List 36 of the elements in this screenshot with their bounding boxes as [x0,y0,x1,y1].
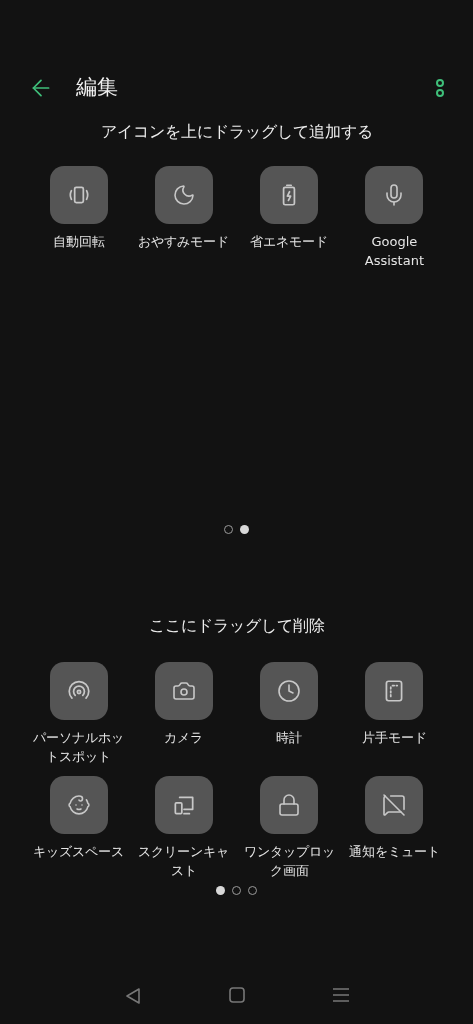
tile-button[interactable] [154,776,213,834]
tile-button[interactable] [365,662,424,720]
tile-button[interactable] [260,662,319,720]
tile-label: 省エネモード [249,233,330,251]
tile-label: スクリーンキャスト [137,843,231,880]
tile-button[interactable] [365,776,424,834]
tile-button[interactable] [260,166,319,224]
section-hint: アイコンを上にドラッグして追加する [99,121,374,143]
muted-message-icon [382,793,407,817]
tile-label: 時計 [275,729,304,747]
tile-label: キッズスペース [32,843,126,861]
camera-icon [171,679,196,703]
tile-label: 通知をミュート [347,843,441,861]
baby-face-icon [66,793,91,817]
tile-button[interactable] [154,166,213,224]
lock-icon [277,793,302,817]
tile-button[interactable] [49,662,108,720]
tile-label: カメラ [163,729,205,747]
nav-home-icon[interactable] [228,986,247,1004]
tile-label: 自動回転 [51,233,106,251]
section-hint: ここにドラッグして削除 [147,615,326,637]
tile-label: 片手モード [360,729,428,747]
tile-label: おやすみモード [137,233,231,251]
tile-label: ワンタップロック画面 [242,843,336,880]
clock-icon [277,679,302,703]
moon-icon [171,183,196,207]
tile-button[interactable] [365,166,424,224]
tile-button[interactable] [260,776,319,834]
tile-button[interactable] [49,776,108,834]
nav-menu-icon[interactable] [332,986,351,1004]
page-title: 編集 [76,74,118,102]
more-icon[interactable] [435,78,445,98]
tile-label: Google Assistant [363,233,425,270]
tile-label: パーソナルホットスポット [32,729,126,766]
tile-button[interactable] [154,662,213,720]
tile-button[interactable] [49,166,108,224]
